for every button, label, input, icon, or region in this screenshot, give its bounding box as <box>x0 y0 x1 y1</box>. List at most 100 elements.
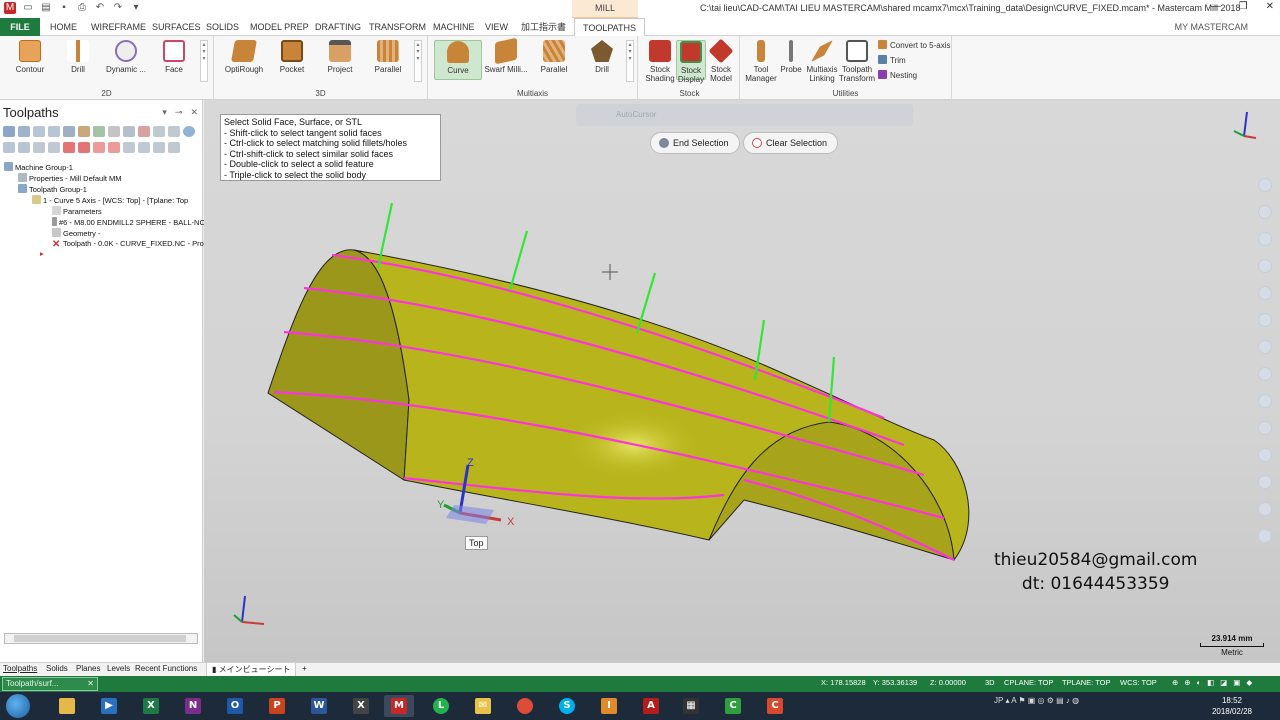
fit-icon[interactable] <box>1258 286 1272 300</box>
scroll-arrow-icon[interactable] <box>108 142 120 153</box>
insert-arrow-icon[interactable] <box>93 142 105 153</box>
tree-toolpath-group[interactable]: Toolpath Group-1 <box>18 184 87 195</box>
select-all-icon[interactable] <box>3 126 15 137</box>
delete-ops-icon[interactable] <box>138 126 150 137</box>
regenerate-dirty-icon[interactable] <box>48 126 60 137</box>
move-up-icon[interactable] <box>78 142 90 153</box>
simulate-icon[interactable] <box>93 126 105 137</box>
taskbar-mastercam[interactable]: M <box>384 695 414 717</box>
tab-solids-panel[interactable]: Solids <box>46 664 68 673</box>
info-icon[interactable] <box>1258 475 1272 489</box>
close-window-icon[interactable]: ✕ <box>1266 1 1274 12</box>
toggle-display-icon[interactable] <box>168 126 180 137</box>
app-icon[interactable]: M <box>4 2 16 14</box>
status-3d-toggle[interactable]: 3D <box>985 678 995 687</box>
taskbar-camtasia-recorder[interactable]: C <box>760 695 790 717</box>
minimize-icon[interactable]: — <box>1211 1 1221 12</box>
tab-wireframe[interactable]: WIREFRAME <box>91 18 146 36</box>
collapse-icon[interactable] <box>18 142 30 153</box>
drill-2d-button[interactable]: Drill <box>54 40 102 80</box>
face-button[interactable]: Face <box>150 40 198 80</box>
wire-icon[interactable] <box>1258 367 1272 381</box>
panel-close-icon[interactable]: ✕ <box>190 107 198 118</box>
lambda-icon[interactable] <box>1258 259 1272 273</box>
plane-icon[interactable] <box>1258 313 1272 327</box>
help-icon[interactable] <box>183 126 195 137</box>
redo-icon[interactable]: ↷ <box>112 2 124 14</box>
drill-multiaxis-button[interactable]: Drill <box>578 40 626 80</box>
customize-dropdown-icon[interactable]: ▾ <box>130 2 142 14</box>
ribbon-gallery-scroll-multiaxis[interactable]: ▴ ▾ ▾ <box>626 40 634 82</box>
tree-parameters[interactable]: Parameters <box>52 206 102 217</box>
contour-button[interactable]: Contour <box>6 40 54 80</box>
tray-icons[interactable]: ▴ A ⚑ ▣ ◎ ⚙ ▤ ♪ ◍ <box>1005 696 1079 705</box>
probe-button[interactable]: Probe <box>778 40 804 80</box>
rotate-icon[interactable] <box>1258 232 1272 246</box>
manage-icon[interactable] <box>153 142 165 153</box>
taskbar-inventor[interactable]: I <box>594 695 624 717</box>
backplot-icon[interactable] <box>63 126 75 137</box>
my-mastercam-link[interactable]: MY MASTERCAM <box>1175 18 1248 36</box>
restore-icon[interactable]: ❐ <box>1239 1 1248 12</box>
convert-to-5axis-button[interactable]: Convert to 5-axis <box>878 40 950 50</box>
project-button[interactable]: Project <box>316 40 364 80</box>
trim-button[interactable]: Trim <box>878 55 906 65</box>
color-icon[interactable] <box>1258 502 1272 516</box>
grid-icon[interactable] <box>1258 448 1272 462</box>
verify-icon[interactable] <box>78 126 90 137</box>
tool-manager-button[interactable]: Tool Manager <box>742 40 780 83</box>
main-viewsheet-tab[interactable]: ▮ メインビューシート <box>206 663 297 677</box>
graphics-viewport[interactable]: Z X Y Select Solid Face, Surface, or STL… <box>204 100 1280 662</box>
swarf-milling-button[interactable]: Swarf Milli... <box>482 37 530 80</box>
tab-toolpaths-panel[interactable]: Toolpaths <box>3 664 37 673</box>
only-display-icon[interactable] <box>123 142 135 153</box>
ribbon-gallery-scroll-3d[interactable]: ▴ ▾ ▾ <box>414 40 422 82</box>
save-icon[interactable]: ▪ <box>58 2 70 14</box>
ribbon-gallery-scroll-2d[interactable]: ▴ ▾ ▾ <box>200 40 208 82</box>
display-selected-icon[interactable] <box>138 142 150 153</box>
taskbar-media[interactable]: ▶ <box>94 695 124 717</box>
optirough-button[interactable]: OptiRough <box>220 40 268 80</box>
stock-model-button[interactable]: Stock Model <box>706 38 736 83</box>
shade-icon[interactable] <box>1258 340 1272 354</box>
status-tplane[interactable]: TPLANE: TOP <box>1062 678 1111 687</box>
tree-machine-group[interactable]: Machine Group-1 <box>4 162 73 173</box>
tree-tool[interactable]: #6 - M8.00 ENDMILL2 SPHERE - BALL-NC <box>52 217 205 228</box>
taskbar-onenote[interactable]: N <box>178 695 208 717</box>
layer-icon[interactable] <box>1258 421 1272 435</box>
taskbar-clock[interactable]: 18:52 2018/02/28 <box>1212 695 1252 717</box>
add-view-icon[interactable] <box>1258 178 1272 192</box>
status-close-icon[interactable]: ✕ <box>87 678 94 690</box>
tab-surfaces[interactable]: SURFACES <box>152 18 201 36</box>
lock-icon[interactable] <box>153 126 165 137</box>
tab-toolpaths[interactable]: TOOLPATHS <box>574 18 646 36</box>
zoom-icon[interactable] <box>1258 205 1272 219</box>
stock-display-button[interactable]: Stock Display <box>676 40 706 84</box>
pin-icon[interactable]: ⊸ <box>175 107 183 118</box>
tab-recent-functions-panel[interactable]: Recent Functions <box>135 664 197 673</box>
parallel-3d-button[interactable]: Parallel <box>364 40 412 80</box>
tab-view[interactable]: VIEW <box>485 18 508 36</box>
lock-op-icon[interactable] <box>33 142 45 153</box>
toolpath-transform-button[interactable]: Toolpath Transform <box>838 40 876 83</box>
expand-icon[interactable] <box>3 142 15 153</box>
tab-transform[interactable]: TRANSFORM <box>369 18 426 36</box>
scrollbar-thumb[interactable] <box>14 635 186 642</box>
select-failed-icon[interactable] <box>18 126 30 137</box>
taskbar-chrome[interactable] <box>510 695 540 717</box>
taskbar-excel[interactable]: X <box>136 695 166 717</box>
status-cplane[interactable]: CPLANE: TOP <box>1004 678 1053 687</box>
tree-properties[interactable]: Properties - Mill Default MM <box>18 173 122 184</box>
tab-solids[interactable]: SOLIDS <box>206 18 239 36</box>
open-file-icon[interactable]: ▤ <box>40 2 52 14</box>
tab-machining-instructions[interactable]: 加工指示書 <box>521 18 566 36</box>
insert-arrow-marker-icon[interactable]: ▸ <box>40 249 44 259</box>
taskbar-xapp[interactable]: X <box>346 695 376 717</box>
tree-toolpath[interactable]: ✕ Toolpath - 0.0K - CURVE_FIXED.NC - Pro <box>52 239 204 250</box>
tab-planes-panel[interactable]: Planes <box>76 664 100 673</box>
tab-drafting[interactable]: DRAFTING <box>315 18 361 36</box>
start-button-icon[interactable] <box>6 694 30 718</box>
taskbar-explorer[interactable] <box>52 695 82 717</box>
panel-menu-icon[interactable]: ▾ <box>162 107 167 118</box>
move-down-icon[interactable] <box>63 142 75 153</box>
